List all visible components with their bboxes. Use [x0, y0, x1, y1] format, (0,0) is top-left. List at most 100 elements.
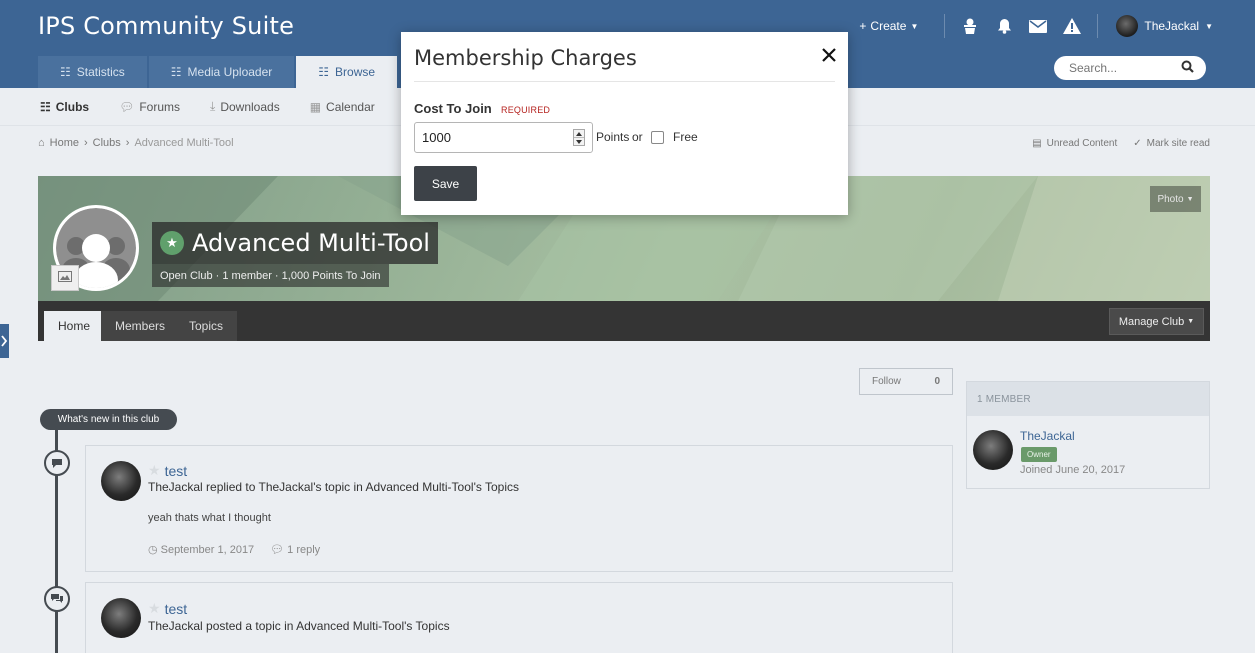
- cost-to-join-label: Cost To Join: [414, 101, 492, 116]
- grid-icon: ☷: [40, 99, 51, 114]
- club-tab-members[interactable]: Members: [101, 311, 180, 341]
- widget-heading: 1 MEMBER: [967, 382, 1209, 416]
- post-meta: ◷ September 1, 2017 💬︎ 1 reply: [148, 543, 320, 557]
- points-unit-label: Points: [596, 130, 630, 144]
- comments-icon: [44, 586, 70, 612]
- change-avatar-button[interactable]: [51, 265, 79, 291]
- unread-content-link[interactable]: ▤ Unread Content: [1032, 138, 1117, 149]
- required-indicator: REQUIRED: [501, 105, 551, 115]
- envelope-icon[interactable]: [1025, 13, 1051, 39]
- star-icon: ★: [148, 600, 161, 616]
- spin-down-icon[interactable]: [576, 140, 582, 144]
- star-icon: ★: [160, 231, 184, 255]
- divider: [1097, 14, 1099, 38]
- close-icon[interactable]: [819, 44, 839, 66]
- free-checkbox[interactable]: [651, 131, 664, 144]
- chevron-right-icon: ›: [125, 137, 130, 149]
- avatar: [1116, 15, 1139, 37]
- photo-button[interactable]: Photo ▼: [1150, 186, 1201, 212]
- club-title: Advanced Multi-Tool: [192, 229, 430, 257]
- dialog-title: Membership Charges: [414, 46, 637, 70]
- warning-icon[interactable]: [1059, 13, 1085, 39]
- user-menu[interactable]: TheJackal ▼: [1116, 15, 1213, 37]
- site-title[interactable]: IPS Community Suite: [38, 12, 294, 40]
- search-box: [1054, 56, 1206, 80]
- home-icon: ⌂: [38, 137, 45, 149]
- avatar[interactable]: [101, 598, 141, 638]
- joined-date: Joined June 20, 2017: [1020, 464, 1126, 476]
- tab-browse[interactable]: ☷ Browse: [296, 56, 398, 88]
- main-nav: ☷ Statistics ☷ Media Uploader ☷ Browse: [38, 56, 399, 88]
- subnav-item-downloads[interactable]: ⤓ Downloads: [210, 99, 280, 114]
- download-icon: ⤓: [210, 99, 216, 113]
- clock-icon: ◷: [148, 544, 158, 556]
- create-button[interactable]: + Create ▼: [859, 19, 918, 33]
- tab-media-uploader[interactable]: ☷ Media Uploader: [148, 56, 295, 88]
- bell-icon[interactable]: [991, 13, 1017, 39]
- club-tab-home[interactable]: Home: [44, 311, 105, 341]
- tab-statistics[interactable]: ☷ Statistics: [38, 56, 147, 88]
- grid-icon: ☷: [318, 65, 330, 79]
- cost-to-join-input[interactable]: [422, 130, 562, 145]
- reply-count[interactable]: 💬︎ 1 reply: [270, 543, 320, 557]
- user-bar: + Create ▼ TheJackal ▼: [859, 12, 1213, 40]
- inbox-icon: ▤: [1032, 138, 1042, 149]
- breadcrumb-clubs[interactable]: Clubs: [93, 137, 121, 149]
- club-title-box: ★ Advanced Multi-Tool: [152, 222, 438, 264]
- check-icon: ✓: [1133, 138, 1142, 149]
- club-tab-bar: Home Members Topics: [38, 301, 1210, 341]
- post-title-link[interactable]: test: [165, 463, 188, 479]
- plus-icon: +: [859, 19, 867, 33]
- comments-icon: 💬︎: [119, 99, 135, 114]
- follow-count: 0: [934, 376, 940, 387]
- grid-icon: ☷: [60, 65, 71, 79]
- save-button[interactable]: Save: [414, 166, 477, 201]
- chevron-right-icon: ›: [84, 137, 88, 149]
- breadcrumb-home[interactable]: Home: [50, 137, 79, 149]
- membership-charges-dialog: Membership Charges Cost To Join REQUIRED…: [401, 32, 848, 215]
- side-panel-toggle[interactable]: [0, 324, 9, 358]
- caret-down-icon: ▼: [1205, 21, 1213, 31]
- avatar[interactable]: [973, 430, 1013, 470]
- star-icon: ★: [148, 462, 161, 478]
- cost-to-join-field: [414, 122, 593, 153]
- free-label[interactable]: Free: [673, 130, 698, 144]
- member-name-link[interactable]: TheJackal: [1020, 429, 1075, 443]
- activity-description: TheJackal replied to TheJackal's topic i…: [148, 480, 519, 494]
- activity-item: ★ test TheJackal posted a topic in Advan…: [85, 582, 953, 653]
- or-label: or: [632, 130, 643, 144]
- timeline-heading: What's new in this club: [40, 409, 177, 430]
- comment-icon: 💬︎: [270, 544, 285, 556]
- members-widget: 1 MEMBER TheJackal Owner Joined June 20,…: [966, 381, 1210, 489]
- avatar[interactable]: [101, 461, 141, 501]
- owner-badge: Owner: [1021, 447, 1057, 462]
- spin-up-icon[interactable]: [576, 132, 582, 136]
- club-tab-topics[interactable]: Topics: [175, 311, 238, 341]
- subnav-item-calendar[interactable]: ▦ Calendar: [310, 100, 375, 114]
- activity-description: TheJackal posted a topic in Advanced Mul…: [148, 619, 450, 633]
- mark-read-link[interactable]: ✓ Mark site read: [1133, 138, 1210, 149]
- number-spinner[interactable]: [573, 129, 585, 146]
- caret-down-icon: ▼: [1187, 318, 1195, 325]
- breadcrumb-current: Advanced Multi-Tool: [134, 137, 234, 149]
- calendar-icon: ▦: [309, 99, 322, 114]
- post-title-link[interactable]: test: [165, 601, 188, 617]
- search-icon[interactable]: [1181, 60, 1194, 76]
- breadcrumb: ⌂ Home › Clubs › Advanced Multi-Tool: [38, 137, 234, 149]
- subnav-item-clubs[interactable]: ☷ Clubs: [40, 100, 89, 114]
- page-actions: ▤ Unread Content ✓ Mark site read: [1032, 138, 1210, 149]
- post-snippet: yeah thats what I thought: [148, 512, 271, 524]
- grid-icon: ☷: [170, 65, 182, 79]
- incognito-icon[interactable]: [957, 13, 983, 39]
- post-date[interactable]: ◷ September 1, 2017: [148, 543, 254, 557]
- divider: [414, 81, 835, 82]
- activity-item: ★ test TheJackal replied to TheJackal's …: [85, 445, 953, 572]
- manage-club-button[interactable]: Manage Club ▼: [1109, 308, 1204, 335]
- club-meta: Open Club · 1 member · 1,000 Points To J…: [152, 264, 389, 287]
- follow-button[interactable]: Follow 0: [859, 368, 953, 395]
- divider: [944, 14, 946, 38]
- subnav-item-forums[interactable]: 💬︎ Forums: [119, 100, 180, 114]
- comment-icon: [44, 450, 70, 476]
- search-input[interactable]: [1069, 61, 1179, 75]
- image-icon: [58, 271, 72, 285]
